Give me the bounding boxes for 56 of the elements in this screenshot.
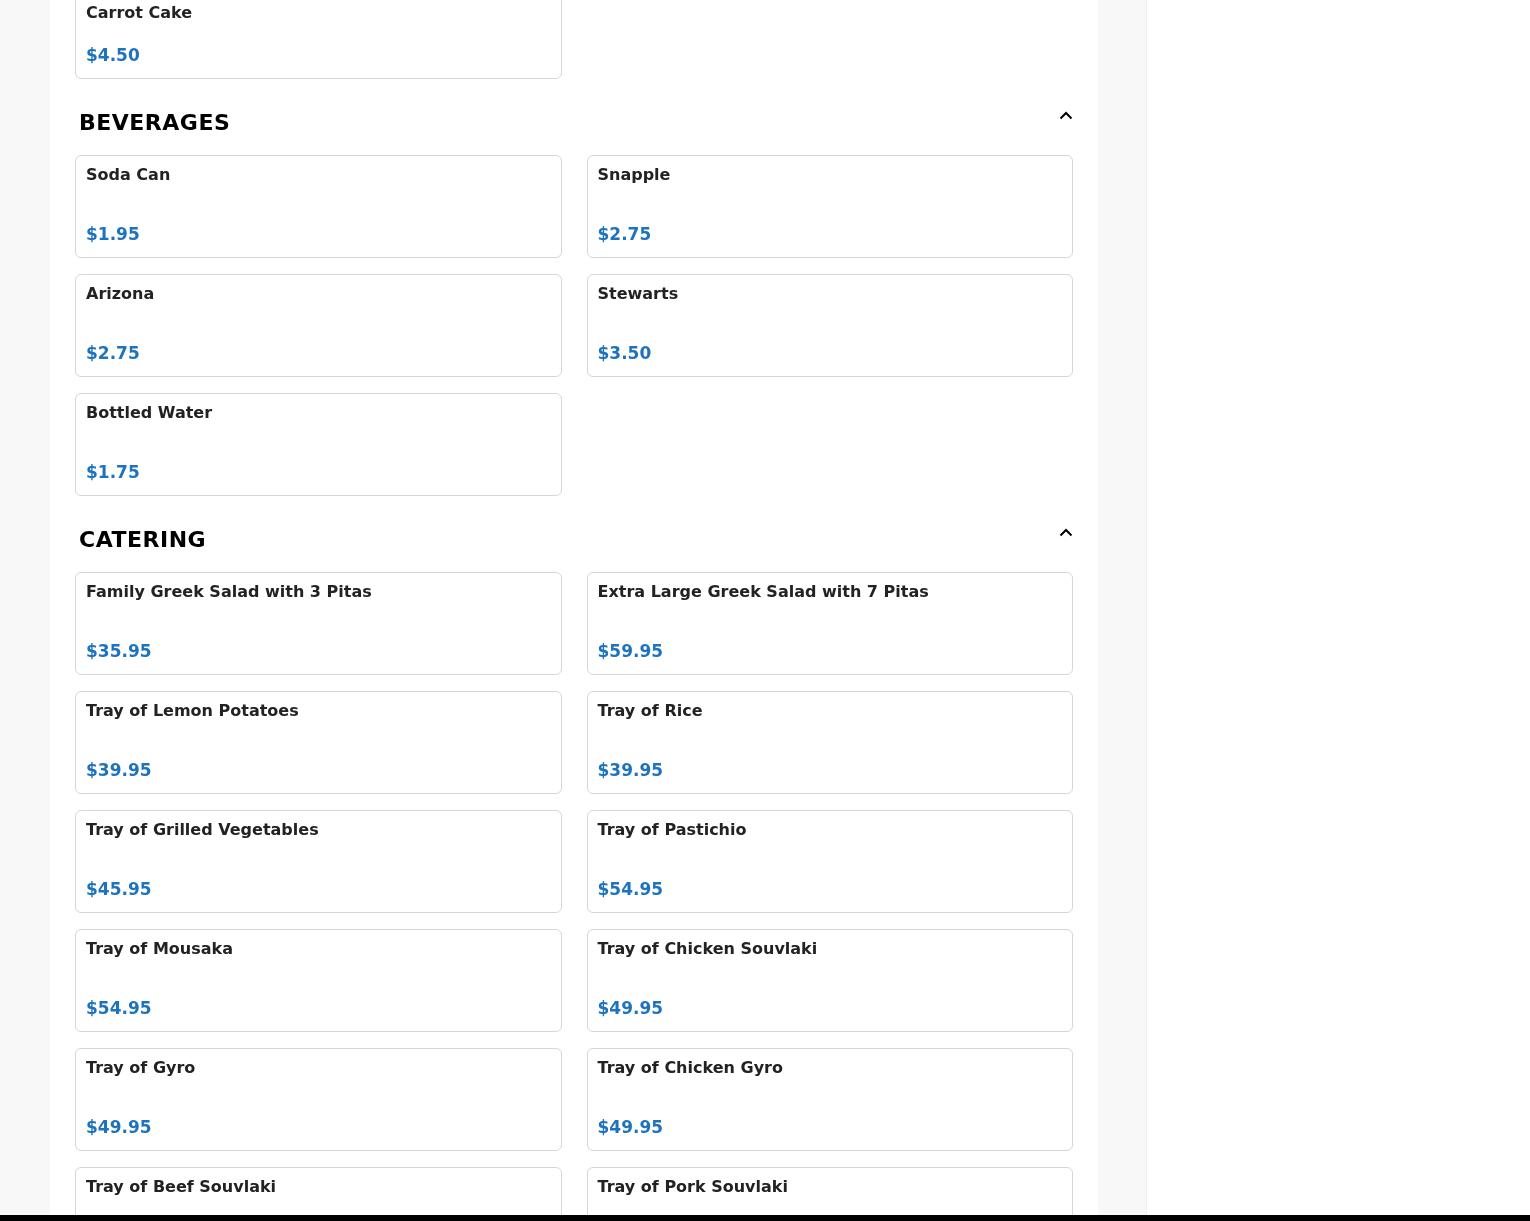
menu-item-card[interactable]: Stewarts $3.50 bbox=[586, 274, 1073, 377]
item-name: Snapple bbox=[597, 164, 671, 186]
item-name: Family Greek Salad with 3 Pitas bbox=[86, 581, 372, 603]
collapse-chevron-icon[interactable] bbox=[1059, 110, 1073, 120]
item-name: Tray of Grilled Vegetables bbox=[86, 819, 319, 841]
item-name: Stewarts bbox=[597, 283, 679, 305]
menu-item-card[interactable]: Extra Large Greek Salad with 7 Pitas $59.95 bbox=[586, 572, 1073, 675]
menu-item-card[interactable]: Bottled Water $1.75 bbox=[75, 393, 562, 496]
item-price: $54.95 bbox=[86, 997, 152, 1019]
item-price: $49.95 bbox=[597, 997, 664, 1019]
item-name: Tray of Gyro bbox=[86, 1057, 196, 1079]
menu-item-card[interactable]: Tray of Rice $39.95 bbox=[586, 691, 1073, 794]
item-name: Tray of Lemon Potatoes bbox=[86, 700, 299, 722]
item-price: $49.95 bbox=[86, 1116, 152, 1138]
menu-item-card[interactable]: Arizona $2.75 bbox=[75, 274, 562, 377]
menu-item-card[interactable]: Tray of Beef Souvlaki bbox=[75, 1167, 562, 1215]
item-name: Soda Can bbox=[86, 164, 171, 186]
item-name: Tray of Rice bbox=[597, 700, 703, 722]
item-price: $45.95 bbox=[86, 878, 152, 900]
item-price: $49.95 bbox=[597, 1116, 664, 1138]
item-price: $39.95 bbox=[86, 759, 152, 781]
item-name: Tray of Chicken Gyro bbox=[597, 1057, 783, 1079]
menu-item-card[interactable]: Tray of Grilled Vegetables $45.95 bbox=[75, 810, 562, 913]
menu-item-card[interactable]: Soda Can $1.95 bbox=[75, 155, 562, 258]
item-price: $59.95 bbox=[597, 640, 664, 662]
item-name: Tray of Mousaka bbox=[86, 938, 233, 960]
menu-item-card[interactable]: Tray of Chicken Souvlaki $49.95 bbox=[586, 929, 1073, 1032]
menu-item-card[interactable]: Snapple $2.75 bbox=[586, 155, 1073, 258]
item-name: Extra Large Greek Salad with 7 Pitas bbox=[597, 581, 929, 603]
item-price: $54.95 bbox=[597, 878, 664, 900]
menu-item-card[interactable]: Tray of Gyro $49.95 bbox=[75, 1048, 562, 1151]
item-name: Tray of Pork Souvlaki bbox=[597, 1176, 788, 1198]
item-name: Bottled Water bbox=[86, 402, 213, 424]
section-heading: CATERING bbox=[79, 525, 207, 554]
item-name: Arizona bbox=[86, 283, 155, 305]
item-price: $1.95 bbox=[86, 223, 140, 245]
menu-item-card[interactable]: Family Greek Salad with 3 Pitas $35.95 bbox=[75, 572, 562, 675]
menu-item-card[interactable]: Carrot Cake $4.50 bbox=[75, 0, 562, 79]
menu-item-card[interactable]: Tray of Pork Souvlaki bbox=[586, 1167, 1073, 1215]
item-price: $39.95 bbox=[597, 759, 664, 781]
item-price: $4.50 bbox=[86, 44, 140, 66]
menu-item-card[interactable]: Tray of Chicken Gyro $49.95 bbox=[586, 1048, 1073, 1151]
item-name: Tray of Pastichio bbox=[597, 819, 747, 841]
item-name: Tray of Beef Souvlaki bbox=[86, 1176, 277, 1198]
item-price: $1.75 bbox=[86, 461, 140, 483]
item-name: Carrot Cake bbox=[86, 2, 193, 24]
item-price: $2.75 bbox=[597, 223, 652, 245]
item-price: $2.75 bbox=[86, 342, 140, 364]
item-name: Tray of Chicken Souvlaki bbox=[597, 938, 818, 960]
menu-item-card[interactable]: Tray of Mousaka $54.95 bbox=[75, 929, 562, 1032]
menu-item-card[interactable]: Tray of Lemon Potatoes $39.95 bbox=[75, 691, 562, 794]
menu-item-card[interactable]: Tray of Pastichio $54.95 bbox=[586, 810, 1073, 913]
collapse-chevron-icon[interactable] bbox=[1059, 527, 1073, 537]
item-price: $3.50 bbox=[597, 342, 652, 364]
section-heading: BEVERAGES bbox=[79, 108, 231, 137]
item-price: $35.95 bbox=[86, 640, 152, 662]
